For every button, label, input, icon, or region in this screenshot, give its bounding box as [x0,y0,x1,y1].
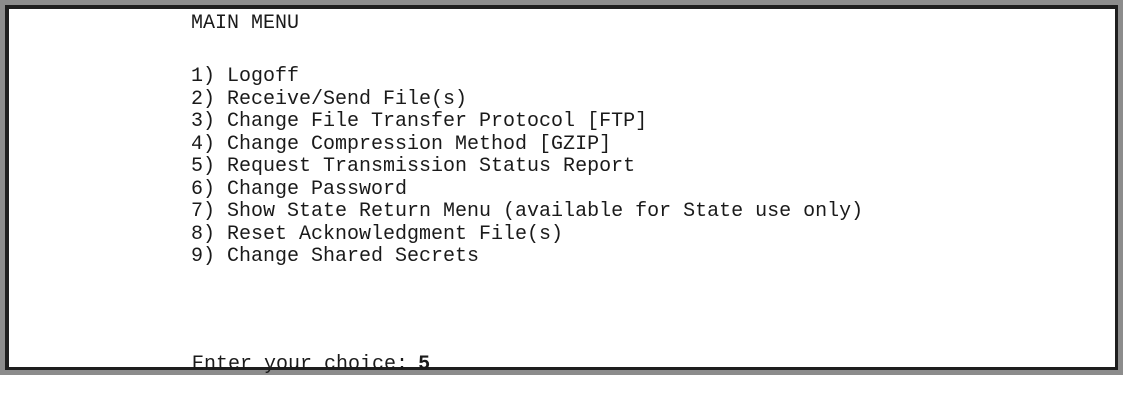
menu-item-change-compression: 4) Change Compression Method [GZIP] [191,132,612,156]
menu-item-reset-acknowledgment: 8) Reset Acknowledgment File(s) [191,222,564,246]
main-menu-list: 1) Logoff 2) Receive/Send File(s) 3) Cha… [191,65,864,269]
menu-item-change-password: 6) Change Password [191,177,408,201]
menu-item-receive-send-files: 2) Receive/Send File(s) [191,87,468,111]
menu-item-status-report: 5) Request Transmission Status Report [191,155,636,178]
menu-item-change-shared-secrets: 9) Change Shared Secrets [191,245,480,268]
window-frame: MAIN MENU 1) Logoff 2) Receive/Send File… [0,0,1123,376]
menu-item-state-return-menu: 7) Show State Return Menu (available for… [191,200,864,223]
choice-input[interactable]: 5 [418,353,430,376]
prompt-label: Enter your choice: [192,353,409,376]
terminal-screen[interactable]: MAIN MENU 1) Logoff 2) Receive/Send File… [5,5,1118,376]
menu-item-logoff: 1) Logoff [191,65,300,88]
menu-item-change-ftp: 3) Change File Transfer Protocol [FTP] [191,110,648,133]
menu-title: MAIN MENU [191,12,300,35]
choice-prompt: Enter your choice: 5 [120,332,430,398]
